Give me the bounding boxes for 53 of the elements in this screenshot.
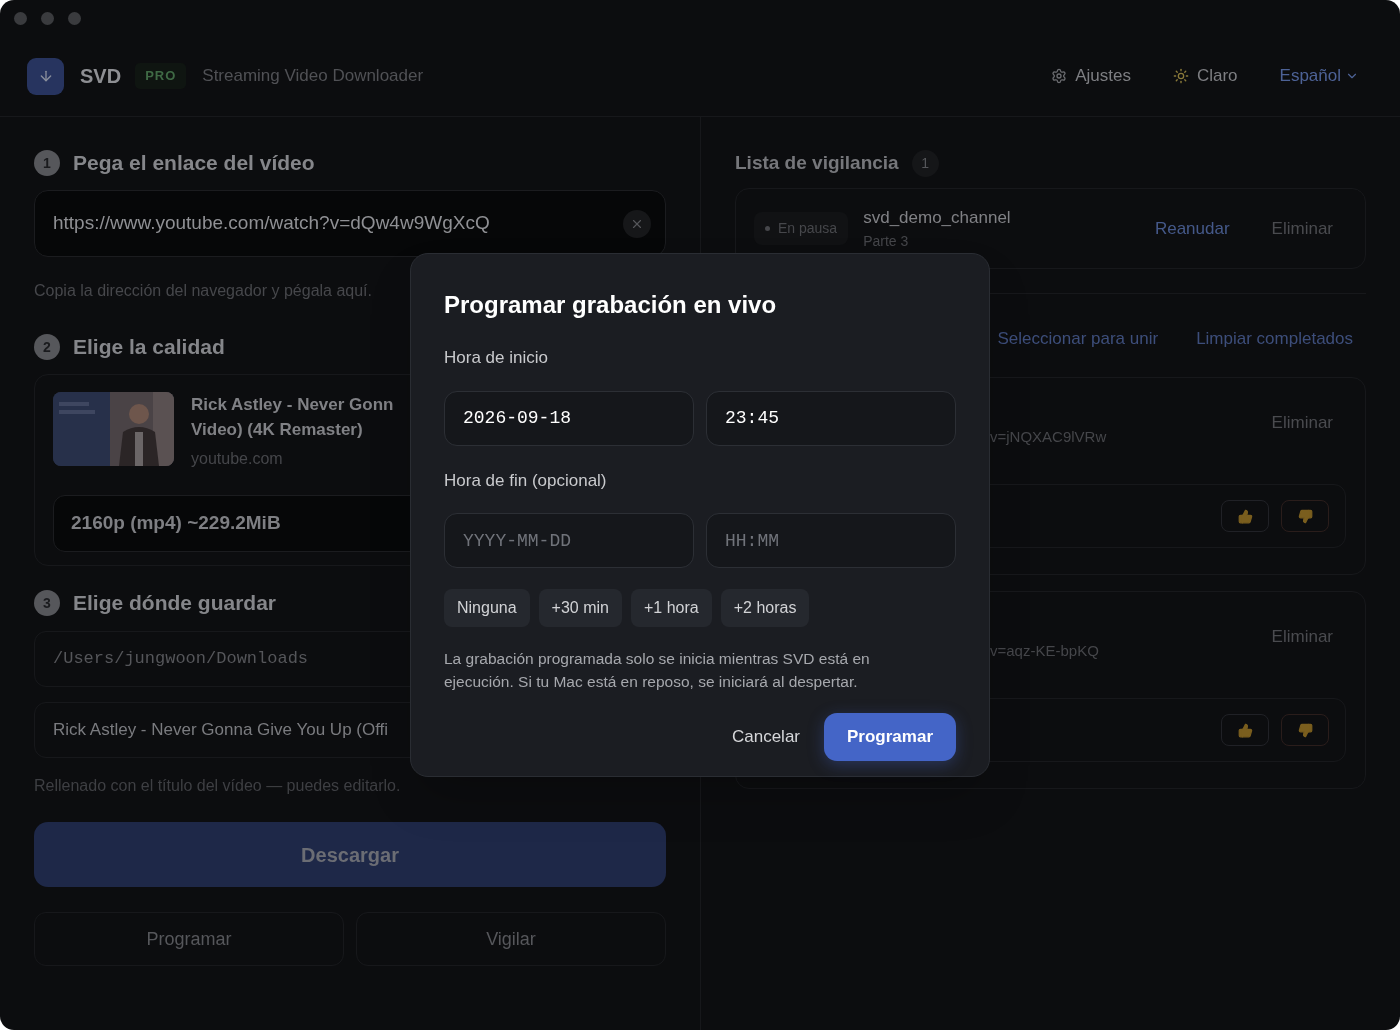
settings-icon (1051, 68, 1068, 84)
sun-icon (1172, 68, 1189, 84)
field-label: Hora de inicio (444, 347, 549, 369)
step-title: Elige dónde guardar (73, 590, 277, 617)
app-subtitle: Streaming Video Downloader (202, 65, 424, 88)
channel-name: svd_demo_channel (863, 207, 1011, 230)
field-label: Hora de fin (opcional) (444, 469, 608, 492)
confirm-button[interactable]: Programar (824, 713, 956, 761)
preset-chip[interactable]: +30 min (538, 589, 622, 627)
theme-toggle[interactable]: Claro (1196, 63, 1238, 89)
preset-chip[interactable]: +1 hora (631, 589, 712, 627)
video-url: v=jNQXAC9lVRw (990, 426, 1107, 447)
time-field[interactable]: HH:MM (706, 513, 956, 568)
preset-chip[interactable]: Ninguna (444, 589, 530, 627)
language-select[interactable]: Español (1279, 63, 1341, 89)
thumbs-up-icon (1237, 722, 1253, 738)
download-button[interactable]: Descargar (34, 822, 666, 887)
pro-badge: PRO (135, 63, 187, 89)
url-field[interactable]: https://www.youtube.com/watch?v=dQw4w9WgXcQ (34, 190, 666, 257)
step-title: Elige la calidad (73, 334, 225, 361)
cancel-button[interactable]: Cancelar (731, 724, 800, 750)
date-field[interactable]: 2026-09-18 (444, 390, 694, 446)
thumbs-up-icon (1237, 508, 1253, 524)
step-number: 3 (34, 590, 60, 616)
thumbs-down-icon (1297, 508, 1313, 524)
step-title: Pega el enlace del vídeo (73, 150, 315, 177)
count-badge: 1 (911, 149, 939, 177)
minimize-window-icon[interactable] (41, 11, 54, 25)
preset-chip[interactable]: +2 horas (720, 589, 810, 627)
thumbs-up-button[interactable] (1221, 500, 1269, 532)
app-name: SVD (80, 64, 122, 89)
time-field[interactable]: 23:45 (706, 390, 956, 446)
thumbs-down-icon (1297, 722, 1313, 738)
dialog-title: Programar grabación en vivo (444, 290, 778, 320)
video-title: Rick Astley - Never Gonn (191, 394, 394, 416)
video-source: youtube.com (191, 449, 284, 469)
secondary-button[interactable]: Vigilar (356, 912, 666, 966)
thumbs-down-button[interactable] (1281, 500, 1329, 532)
secondary-button[interactable]: Programar (34, 912, 344, 966)
video-url: v=aqz-KE-bpKQ (990, 640, 1099, 661)
thumbs-down-button[interactable] (1281, 714, 1329, 746)
video-title: Video) (4K Remaster) (191, 419, 364, 441)
close-window-icon[interactable] (14, 11, 27, 25)
hint-text: Copia la dirección del navegador y pégala aquí. (34, 281, 373, 301)
part-label: Parte 3 (863, 231, 910, 251)
resume-link[interactable]: Reanudar (1154, 215, 1230, 242)
step-number: 2 (34, 334, 60, 360)
step-number: 1 (34, 150, 60, 176)
watchlist-title: Lista de vigilancia (735, 150, 899, 175)
settings-link[interactable]: Ajustes (1075, 63, 1131, 89)
maximize-window-icon[interactable] (68, 11, 81, 25)
thumbs-up-button[interactable] (1221, 714, 1269, 746)
date-field[interactable]: YYYY-MM-DD (444, 513, 694, 568)
